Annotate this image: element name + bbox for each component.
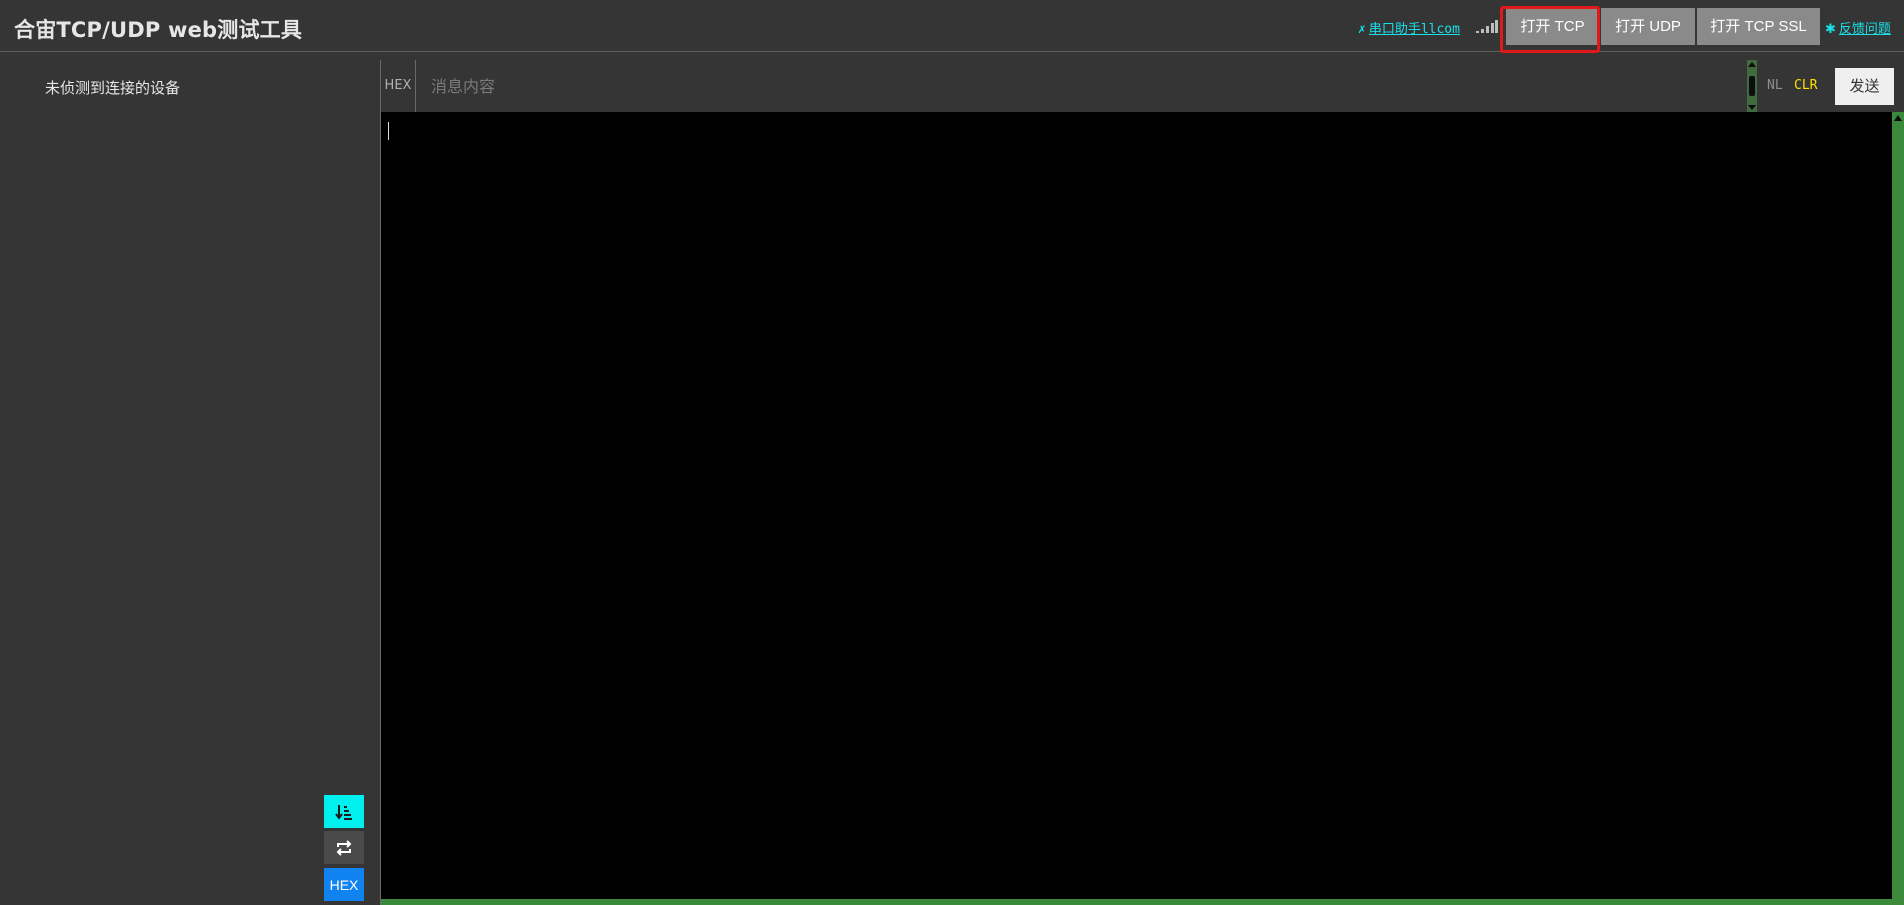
terminal-horizontal-scrollbar[interactable] (381, 899, 1893, 905)
terminal-output[interactable] (380, 112, 1904, 905)
clear-button[interactable]: CLR (1794, 78, 1817, 93)
sort-button[interactable] (324, 795, 364, 828)
device-sidebar: 未侦测到连接的设备 HEX (0, 53, 380, 905)
terminal-vertical-scrollbar[interactable] (1892, 112, 1904, 905)
open-udp-button[interactable]: 打开 UDP (1601, 8, 1695, 45)
send-button[interactable]: 发送 (1835, 68, 1894, 105)
repeat-icon (336, 839, 352, 856)
repeat-button[interactable] (324, 831, 364, 864)
message-input-bar: HEX NL CLR 发送 (380, 60, 1904, 112)
scroll-down-arrow[interactable] (1748, 105, 1756, 110)
device-status-text: 未侦测到连接的设备 (45, 79, 181, 97)
message-input[interactable] (417, 60, 1787, 112)
tools-icon: ✗ (1358, 22, 1366, 37)
header-bar: 合宙TCP/UDP web测试工具 ✗ 串口助手llcom 打开 TCP 打开 U… (0, 0, 1904, 53)
bars-icon[interactable] (1476, 19, 1498, 34)
text-cursor (388, 122, 389, 140)
serial-assistant-link[interactable]: ✗ 串口助手llcom (1358, 18, 1460, 37)
terminal-scroll-up-arrow[interactable] (1894, 115, 1902, 121)
hex-send-toggle[interactable]: HEX (380, 60, 416, 112)
app-title: 合宙TCP/UDP web测试工具 (14, 18, 303, 42)
open-tcp-ssl-button[interactable]: 打开 TCP SSL (1697, 8, 1820, 45)
hex-display-toggle[interactable]: HEX (324, 868, 364, 901)
open-tcp-button[interactable]: 打开 TCP (1506, 8, 1599, 45)
scroll-thumb[interactable] (1749, 76, 1755, 96)
feedback-label: 反馈问题 (1838, 22, 1891, 37)
serial-assistant-label: 串口助手llcom (1368, 22, 1460, 37)
input-scrollbar[interactable] (1747, 60, 1757, 112)
sort-icon (335, 804, 352, 820)
newline-toggle[interactable]: NL (1767, 78, 1783, 93)
bug-icon: ✱ (1825, 22, 1836, 37)
feedback-link[interactable]: ✱ 反馈问题 (1825, 18, 1891, 37)
scroll-up-arrow[interactable] (1748, 62, 1756, 67)
